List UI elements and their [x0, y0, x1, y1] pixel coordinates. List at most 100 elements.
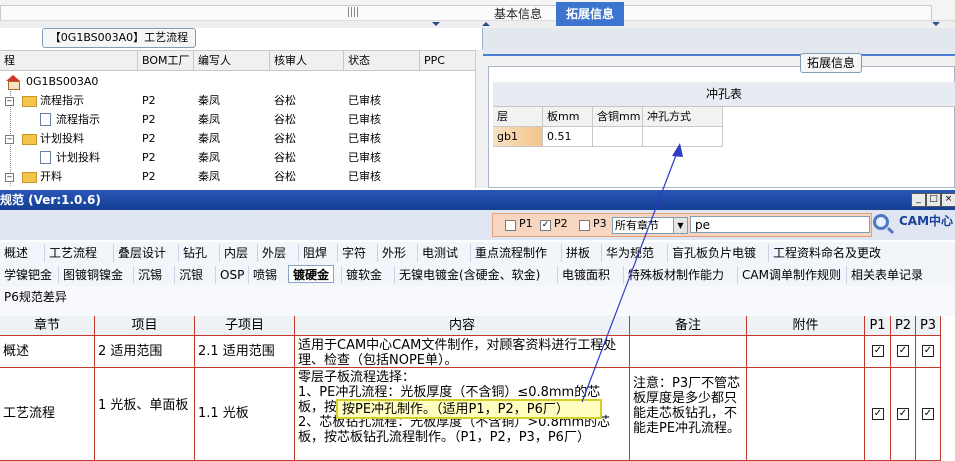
minimize-icon[interactable]: _: [911, 193, 926, 207]
tab-basic-info[interactable]: 基本信息: [488, 2, 548, 26]
cell-chapter[interactable]: 工艺流程: [0, 368, 95, 461]
grid-col-subitem[interactable]: 子项目: [195, 316, 295, 336]
tab-extended-info[interactable]: 拓展信息: [556, 2, 624, 26]
col-header-ppc[interactable]: PPC: [420, 51, 476, 70]
punch-cell-method[interactable]: [643, 127, 723, 147]
cell-note[interactable]: 注意：P3厂不管芯板厚度是多少都只能走芯板钻孔，不能走PE冲孔流程。: [630, 368, 747, 461]
punch-cell-copper[interactable]: [593, 127, 643, 147]
collapse-right-arrow-icon[interactable]: [932, 22, 940, 26]
chapter-select[interactable]: 所有章节 ▼: [612, 217, 688, 234]
punch-col-method[interactable]: 冲孔方式: [643, 107, 723, 127]
tab-legend[interactable]: 字符: [337, 244, 370, 262]
collapse-toggle-icon[interactable]: −: [5, 97, 14, 106]
grid-col-p2[interactable]: P2: [891, 316, 916, 336]
p2-checkbox[interactable]: ✓: [540, 220, 551, 231]
cell-attachment[interactable]: [747, 336, 865, 368]
col-header-reviewer[interactable]: 核审人: [270, 51, 344, 70]
scroll-grip-icon[interactable]: [348, 7, 358, 17]
p2-checkbox[interactable]: ✓: [897, 345, 909, 357]
cell-subitem[interactable]: 2.1 适用范围: [195, 336, 295, 368]
cell-attachment[interactable]: [747, 368, 865, 461]
tab-stackup[interactable]: 叠层设计: [113, 244, 170, 262]
cell-note[interactable]: [630, 336, 747, 368]
tab-forms[interactable]: 相关表单记录: [846, 266, 927, 284]
tab-plating-area[interactable]: 电镀面积: [557, 266, 614, 284]
tab-immersion-silver[interactable]: 沉银: [174, 266, 207, 284]
folder-icon: [22, 134, 37, 145]
tab-huawei-spec[interactable]: 华为规范: [601, 244, 658, 262]
tab-naming[interactable]: 工程资料命名及更改: [768, 244, 885, 262]
grid-col-p3[interactable]: P3: [916, 316, 941, 336]
tab-immersion-tin[interactable]: 沉锡: [133, 266, 166, 284]
tab-profile[interactable]: 外形: [377, 244, 410, 262]
tab-overview[interactable]: 概述: [0, 244, 32, 262]
tab-osp[interactable]: OSP: [215, 266, 248, 284]
grid-col-p1[interactable]: P1: [865, 316, 891, 336]
p3-checkbox[interactable]: ✓: [922, 408, 934, 420]
tab-outer-layer[interactable]: 外层: [257, 244, 290, 262]
tab-p6-diff[interactable]: P6规范差异: [0, 288, 71, 306]
maximize-icon[interactable]: □: [926, 193, 941, 207]
tab-process-flow[interactable]: 工艺流程: [44, 244, 101, 262]
tab-key-process[interactable]: 重点流程制作: [470, 244, 551, 262]
collapse-toggle-icon[interactable]: −: [5, 135, 14, 144]
punch-col-layer[interactable]: 层: [493, 107, 543, 127]
tab-soft-gold[interactable]: 镀软金: [341, 266, 386, 284]
punch-cell-layer[interactable]: gb1: [493, 127, 543, 147]
col-header-writer[interactable]: 编写人: [194, 51, 270, 70]
col-header-flow[interactable]: 程: [0, 51, 138, 70]
tab-inner-layer[interactable]: 内层: [219, 244, 252, 262]
tab-pattern-plating[interactable]: 图镀铜镍金: [58, 266, 127, 284]
horizontal-scrollbar[interactable]: [0, 5, 932, 21]
p3-checkbox[interactable]: ✓: [922, 345, 934, 357]
tab-hasl[interactable]: 喷锡: [248, 266, 281, 284]
tree-row[interactable]: − 计划投料 P2 秦凤 谷松 已审核: [0, 129, 476, 148]
tab-nickel-free-gold[interactable]: 无镍电镀金(含硬金、软金): [394, 266, 544, 284]
tree-row[interactable]: 计划投料 P2 秦凤 谷松 已审核: [0, 148, 476, 167]
collapse-left-arrow-icon[interactable]: [432, 22, 440, 26]
tab-hard-gold[interactable]: 镀硬金: [288, 265, 335, 283]
col-header-bom[interactable]: BOM工厂: [138, 51, 194, 70]
tab-solder-mask[interactable]: 阻焊: [298, 244, 331, 262]
tab-cam-rules[interactable]: CAM调单制作规则: [737, 266, 845, 284]
p1-checkbox[interactable]: [505, 220, 516, 231]
bom-cell: P2: [142, 132, 156, 145]
chevron-down-icon[interactable]: ▼: [673, 218, 687, 233]
expand-toggle-icon[interactable]: −: [5, 173, 14, 182]
punch-cell-thickness[interactable]: 0.51: [543, 127, 593, 147]
tab-special-material[interactable]: 特殊板材制作能力: [623, 266, 728, 284]
p2-checkbox[interactable]: ✓: [897, 408, 909, 420]
tree-row[interactable]: − 流程指示 P2 秦凤 谷松 已审核: [0, 91, 476, 110]
tab-panelization[interactable]: 拼板: [561, 244, 594, 262]
tab-drilling[interactable]: 钻孔: [178, 244, 211, 262]
punch-col-thickness[interactable]: 板mm: [543, 107, 593, 127]
tab-enepig[interactable]: 学镍钯金: [0, 266, 56, 284]
status-cell: 已审核: [348, 170, 381, 183]
tree-row[interactable]: 流程指示 P2 秦凤 谷松 已审核: [0, 110, 476, 129]
cell-content[interactable]: 适用于CAM中心CAM文件制作，对顾客资料进行工程处理、检查（包括NOPE单）。: [295, 336, 630, 368]
grid-col-attachment[interactable]: 附件: [747, 316, 865, 336]
writer-cell: 秦凤: [198, 170, 220, 183]
tree-row-root[interactable]: 0G1BS003A0: [0, 72, 476, 91]
grid-col-item[interactable]: 项目: [95, 316, 195, 336]
cell-chapter[interactable]: 概述: [0, 336, 95, 368]
grid-col-content[interactable]: 内容: [295, 316, 630, 336]
grid-col-note[interactable]: 备注: [630, 316, 747, 336]
tab-electrical-test[interactable]: 电测试: [417, 244, 462, 262]
tab-blind-via[interactable]: 盲孔板负片电镀: [667, 244, 760, 262]
p3-checkbox[interactable]: [579, 220, 590, 231]
vertical-scrollbar[interactable]: [475, 50, 483, 188]
cell-subitem[interactable]: 1.1 光板: [195, 368, 295, 461]
cell-item[interactable]: 1 光板、单面板: [95, 368, 195, 461]
writer-cell: 秦凤: [198, 132, 220, 145]
search-input[interactable]: pe: [690, 216, 870, 233]
p1-checkbox[interactable]: ✓: [872, 345, 884, 357]
col-header-status[interactable]: 状态: [344, 51, 420, 70]
grid-col-chapter[interactable]: 章节: [0, 316, 95, 336]
flow-table-header: 程 BOM工厂 编写人 核审人 状态 PPC: [0, 50, 476, 71]
close-icon[interactable]: ×: [941, 193, 955, 207]
punch-col-copper[interactable]: 含铜mm: [593, 107, 643, 127]
cell-item[interactable]: 2 适用范围: [95, 336, 195, 368]
tree-row[interactable]: − 开料 P2 秦凤 谷松 已审核: [0, 167, 476, 186]
p1-checkbox[interactable]: ✓: [872, 408, 884, 420]
